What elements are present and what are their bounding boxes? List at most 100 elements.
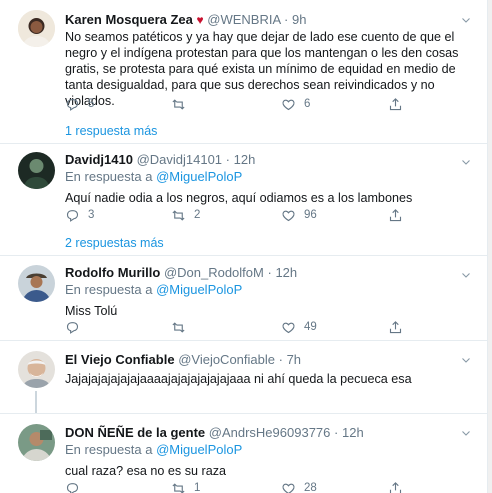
timestamp[interactable]: 12h	[342, 425, 364, 440]
avatar[interactable]	[18, 265, 55, 302]
like-count: 49	[304, 321, 317, 333]
user-handle[interactable]: @Davidj14101	[137, 152, 222, 167]
tweet-actions: 1 28	[65, 480, 465, 493]
tweet-body: DON ÑEÑE de la gente @AndrsHe96093776 · …	[65, 424, 478, 479]
tweet-header: Karen Mosquera Zea ♥ @WENBRIA · 9h	[65, 11, 478, 28]
tweet-text: Jajajajajajajajaaaajajajajajajajaaa ni a…	[65, 372, 412, 386]
user-handle[interactable]: @ViejoConfiable	[178, 352, 275, 367]
reply-button[interactable]	[65, 480, 88, 493]
reply-button[interactable]: 5	[65, 96, 94, 112]
like-button[interactable]: 6	[281, 96, 310, 112]
like-count: 6	[304, 98, 311, 110]
tweet-text: cual raza? esa no es su raza	[65, 464, 227, 478]
reply-count: 3	[88, 209, 95, 221]
tweet-actions: 3 2 96	[65, 207, 465, 223]
reply-icon	[65, 320, 80, 335]
caret-down-icon[interactable]	[460, 269, 472, 281]
share-button[interactable]	[388, 96, 403, 112]
reply-count: 5	[88, 98, 95, 110]
retweet-icon	[171, 320, 186, 335]
timestamp[interactable]: 9h	[292, 12, 306, 27]
separator: ·	[284, 12, 289, 27]
like-icon	[281, 97, 296, 112]
like-icon	[281, 481, 296, 493]
caret-down-icon[interactable]	[460, 14, 472, 26]
caret-down-icon[interactable]	[460, 156, 472, 168]
tweet-body: Karen Mosquera Zea ♥ @WENBRIA · 9h No se…	[65, 11, 478, 109]
display-name[interactable]: Rodolfo Murillo	[65, 265, 160, 280]
retweet-button[interactable]: 2	[171, 207, 200, 223]
tweet-text: Aquí nadie odia a los negros, aquí odiam…	[65, 191, 413, 205]
caret-down-icon[interactable]	[460, 427, 472, 439]
avatar[interactable]	[18, 10, 55, 47]
like-icon	[281, 208, 296, 223]
tweet[interactable]: Karen Mosquera Zea ♥ @WENBRIA · 9h No se…	[0, 0, 488, 116]
retweet-button[interactable]: 1	[171, 480, 200, 493]
replying-to-label: En respuesta a	[65, 169, 153, 184]
replying-to: En respuesta a @MiguelPoloP	[65, 281, 478, 299]
like-button[interactable]: 49	[281, 319, 317, 335]
tweet[interactable]: El Viejo Confiable @ViejoConfiable · 7h …	[0, 341, 488, 413]
thread-connector	[35, 391, 37, 413]
replying-to: En respuesta a @MiguelPoloP	[65, 168, 478, 186]
separator: ·	[267, 265, 272, 280]
replying-to-label: En respuesta a	[65, 442, 153, 457]
retweet-button[interactable]	[171, 319, 194, 335]
display-name[interactable]: Davidj1410	[65, 152, 133, 167]
separator: ·	[278, 352, 283, 367]
share-icon	[388, 320, 403, 335]
avatar[interactable]	[18, 424, 55, 461]
show-more-replies-link[interactable]: 1 respuesta más	[65, 124, 157, 138]
reply-button[interactable]	[65, 319, 88, 335]
like-button[interactable]: 96	[281, 207, 317, 223]
share-button[interactable]	[388, 207, 403, 223]
like-icon	[281, 320, 296, 335]
user-handle[interactable]: @Don_RodolfoM	[164, 265, 264, 280]
share-icon	[388, 97, 403, 112]
tweet-body: El Viejo Confiable @ViejoConfiable · 7h …	[65, 351, 478, 387]
replying-to: En respuesta a @MiguelPoloP	[65, 441, 478, 459]
retweet-icon	[171, 97, 186, 112]
caret-down-icon[interactable]	[460, 354, 472, 366]
timestamp[interactable]: 12h	[234, 152, 256, 167]
tweet-text: Miss Tolú	[65, 304, 118, 318]
mention-link[interactable]: @MiguelPoloP	[156, 169, 242, 184]
avatar[interactable]	[18, 351, 55, 388]
reply-button[interactable]: 3	[65, 207, 94, 223]
user-handle[interactable]: @WENBRIA	[207, 12, 280, 27]
display-name[interactable]: DON ÑEÑE de la gente	[65, 425, 205, 440]
replying-to-label: En respuesta a	[65, 282, 153, 297]
tweet-actions: 5 6	[65, 96, 465, 112]
retweet-button[interactable]	[171, 96, 194, 112]
heart-badge: ♥	[196, 13, 204, 27]
avatar[interactable]	[18, 152, 55, 189]
timestamp[interactable]: 7h	[287, 352, 301, 367]
share-icon	[388, 481, 403, 493]
retweet-count: 1	[194, 482, 201, 493]
scrollbar[interactable]	[488, 0, 492, 493]
like-count: 28	[304, 482, 317, 493]
tweet[interactable]: DON ÑEÑE de la gente @AndrsHe96093776 · …	[0, 414, 488, 493]
display-name[interactable]: El Viejo Confiable	[65, 352, 175, 367]
tweet-body: Davidj1410 @Davidj14101 · 12h En respues…	[65, 151, 478, 206]
separator: ·	[334, 425, 339, 440]
tweet-actions: 49	[65, 319, 465, 335]
mention-link[interactable]: @MiguelPoloP	[156, 442, 242, 457]
retweet-icon	[171, 208, 186, 223]
user-handle[interactable]: @AndrsHe96093776	[209, 425, 331, 440]
display-name[interactable]: Karen Mosquera Zea	[65, 12, 193, 27]
mention-link[interactable]: @MiguelPoloP	[156, 282, 242, 297]
timestamp[interactable]: 12h	[275, 265, 297, 280]
reply-icon	[65, 481, 80, 493]
share-button[interactable]	[388, 480, 403, 493]
share-button[interactable]	[388, 319, 403, 335]
tweet[interactable]: Davidj1410 @Davidj14101 · 12h En respues…	[0, 144, 488, 232]
tweet-header: Davidj1410 @Davidj14101 · 12h	[65, 151, 478, 168]
show-more-replies-link[interactable]: 2 respuestas más	[65, 236, 164, 250]
tweet[interactable]: Rodolfo Murillo @Don_RodolfoM · 12h En r…	[0, 256, 488, 340]
retweet-icon	[171, 481, 186, 493]
tweet-body: Rodolfo Murillo @Don_RodolfoM · 12h En r…	[65, 264, 478, 319]
like-button[interactable]: 28	[281, 480, 317, 493]
tweet-header: Rodolfo Murillo @Don_RodolfoM · 12h	[65, 264, 478, 281]
conversation-feed: Karen Mosquera Zea ♥ @WENBRIA · 9h No se…	[0, 0, 488, 493]
